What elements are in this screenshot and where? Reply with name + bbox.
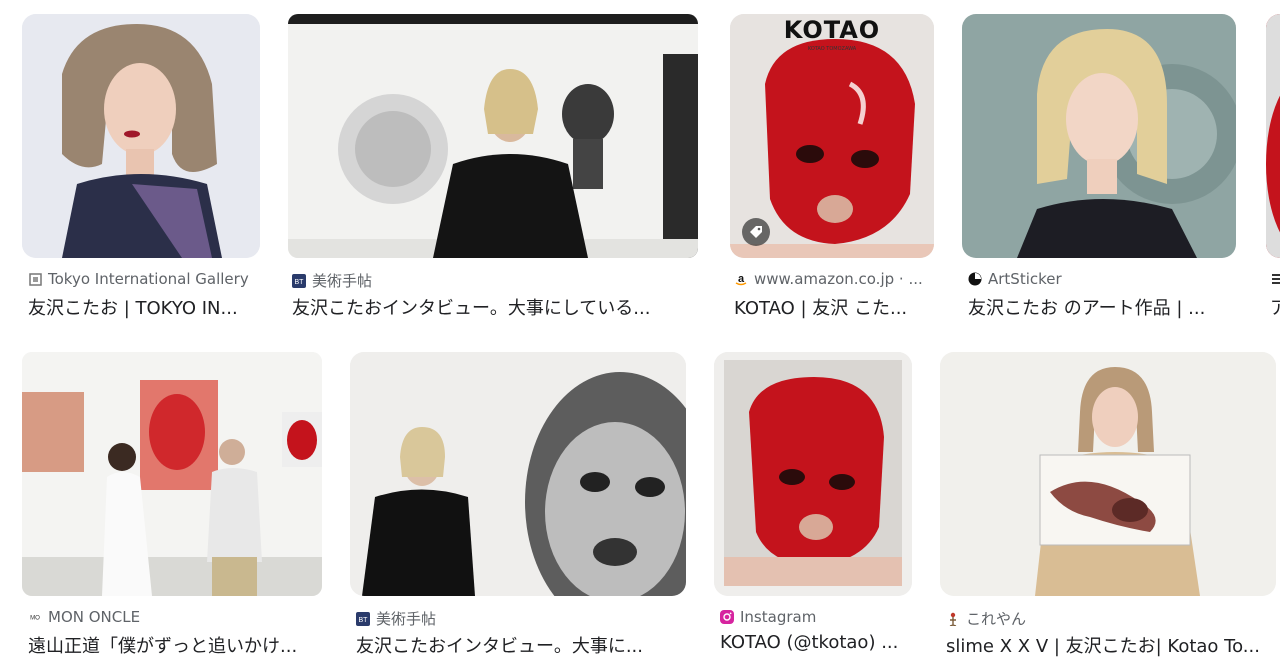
source-label: Tokyo International Gallery: [48, 270, 249, 288]
result-image-6[interactable]: [22, 352, 322, 596]
result-card-1[interactable]: Tokyo International Gallery 友沢こたお | TOKY…: [0, 0, 270, 330]
result-title-9[interactable]: slime X X V | 友沢こたお| Kotao To...: [946, 632, 1278, 658]
gallery-photo-image: [22, 352, 322, 596]
result-source-9[interactable]: これやん: [946, 608, 1276, 629]
instagram-icon: [720, 610, 734, 624]
red-art-image: [714, 352, 912, 596]
result-source-4[interactable]: ArtSticker: [968, 270, 1238, 288]
svg-text:BT: BT: [295, 279, 305, 286]
mononcle-icon: MO: [28, 610, 42, 624]
result-image-2[interactable]: [288, 14, 698, 258]
svg-text:BT: BT: [359, 617, 369, 624]
result-source-6[interactable]: MO MON ONCLE: [28, 608, 328, 626]
artsticker-icon: [968, 272, 982, 286]
source-label: Instagram: [740, 608, 817, 626]
result-title-1[interactable]: 友沢こたお | TOKYO IN...: [28, 294, 268, 320]
gallery-icon: [28, 272, 42, 286]
portrait-image: [962, 14, 1236, 258]
portrait-image: [22, 14, 260, 258]
result-card-6[interactable]: MO MON ONCLE 遠山正道「僕がずっと追いかけ...: [0, 340, 335, 670]
result-image-9[interactable]: [940, 352, 1276, 596]
result-title-2[interactable]: 友沢こたおインタビュー。大事にしている...: [292, 294, 702, 320]
result-card-2[interactable]: BT 美術手帖 友沢こたおインタビュー。大事にしている...: [282, 0, 712, 330]
result-source-2[interactable]: BT 美術手帖: [292, 270, 692, 291]
result-image-1[interactable]: [22, 14, 260, 258]
result-source-1[interactable]: Tokyo International Gallery: [28, 270, 268, 288]
result-image-3[interactable]: KOTAO KOTAO TOMOZAWA: [730, 14, 934, 258]
koreyan-icon: [946, 612, 960, 626]
bt-icon: BT: [356, 611, 370, 626]
source-label: ArtSticker: [988, 270, 1062, 288]
result-card-7[interactable]: BT 美術手帖 友沢こたおインタビュー。大事に...: [344, 340, 700, 670]
gallery-photo-image: [350, 352, 686, 596]
source-label: 美術手帖: [376, 610, 437, 628]
result-title-3[interactable]: KOTAO | 友沢 こた...: [734, 294, 934, 320]
result-source-3[interactable]: a www.amazon.co.jp · ...: [734, 270, 934, 288]
result-card-9[interactable]: これやん slime X X V | 友沢こたお| Kotao To...: [934, 340, 1280, 670]
result-image-5[interactable]: [1266, 14, 1280, 258]
source-label: これやん: [966, 610, 1027, 628]
result-card-5[interactable]: ア: [1258, 0, 1280, 330]
amazon-icon: a: [734, 272, 748, 286]
svg-text:MO: MO: [30, 615, 40, 622]
bt-icon: BT: [292, 273, 306, 288]
result-title-7[interactable]: 友沢こたおインタビュー。大事に...: [356, 632, 686, 658]
result-card-4[interactable]: ArtSticker 友沢こたお のアート作品 | ...: [956, 0, 1246, 330]
result-image-8[interactable]: [714, 352, 912, 596]
source-label: MON ONCLE: [48, 608, 141, 626]
result-image-4[interactable]: [962, 14, 1236, 258]
result-source-5[interactable]: [1270, 272, 1280, 286]
tokyo-icon: [1270, 272, 1280, 286]
cover-subtitle: KOTAO TOMOZAWA: [807, 46, 857, 52]
price-tag-icon[interactable]: [742, 218, 770, 246]
portrait-image: [940, 352, 1276, 596]
result-card-8[interactable]: Instagram KOTAO (@tkotao) ...: [708, 340, 928, 670]
source-label: www.amazon.co.jp · ...: [754, 270, 923, 288]
result-title-4[interactable]: 友沢こたお のアート作品 | ...: [968, 294, 1228, 320]
result-title-5[interactable]: ア: [1270, 294, 1280, 320]
result-title-8[interactable]: KOTAO (@tkotao) ...: [720, 632, 916, 653]
result-source-7[interactable]: BT 美術手帖: [356, 608, 686, 629]
source-label: 美術手帖: [312, 272, 373, 290]
result-title-6[interactable]: 遠山正道「僕がずっと追いかけ...: [28, 632, 328, 658]
result-source-8[interactable]: Instagram: [720, 608, 920, 626]
result-image-7[interactable]: [350, 352, 686, 596]
red-art-image: [1266, 14, 1280, 258]
result-card-3[interactable]: KOTAO KOTAO TOMOZAWA a www.amazon.co.jp …: [724, 0, 944, 330]
cover-title: KOTAO: [783, 16, 881, 44]
gallery-photo-image: [288, 14, 698, 258]
